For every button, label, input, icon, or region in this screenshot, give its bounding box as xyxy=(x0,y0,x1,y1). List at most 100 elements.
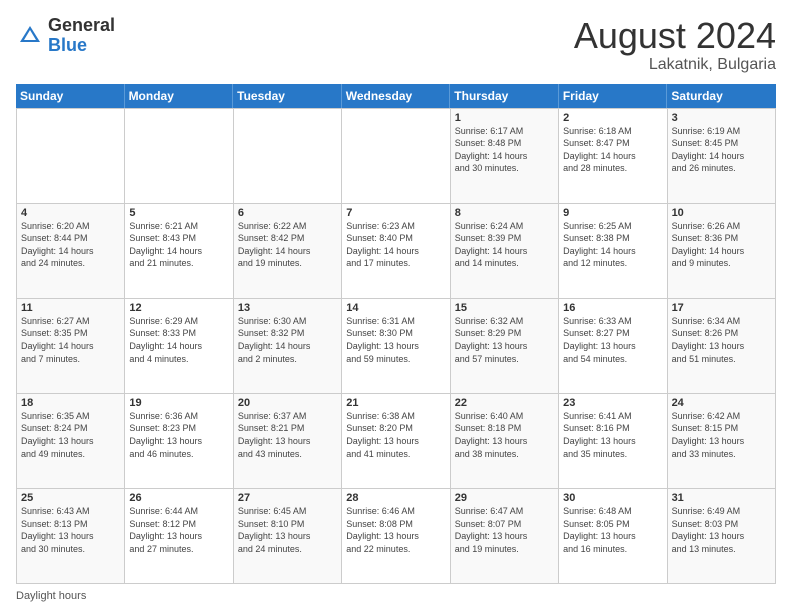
calendar-cell: 29Sunrise: 6:47 AM Sunset: 8:07 PM Dayli… xyxy=(451,489,559,584)
day-info: Sunrise: 6:45 AM Sunset: 8:10 PM Dayligh… xyxy=(238,505,337,555)
day-info: Sunrise: 6:19 AM Sunset: 8:45 PM Dayligh… xyxy=(672,125,771,175)
day-info: Sunrise: 6:41 AM Sunset: 8:16 PM Dayligh… xyxy=(563,410,662,460)
calendar-cell: 21Sunrise: 6:38 AM Sunset: 8:20 PM Dayli… xyxy=(342,394,450,489)
day-number: 8 xyxy=(455,207,554,219)
day-info: Sunrise: 6:17 AM Sunset: 8:48 PM Dayligh… xyxy=(455,125,554,175)
calendar-header-cell: Thursday xyxy=(450,84,559,108)
calendar-cell: 31Sunrise: 6:49 AM Sunset: 8:03 PM Dayli… xyxy=(668,489,776,584)
calendar-row: 18Sunrise: 6:35 AM Sunset: 8:24 PM Dayli… xyxy=(17,394,776,489)
calendar-cell: 9Sunrise: 6:25 AM Sunset: 8:38 PM Daylig… xyxy=(559,204,667,299)
day-info: Sunrise: 6:38 AM Sunset: 8:20 PM Dayligh… xyxy=(346,410,445,460)
calendar-cell: 30Sunrise: 6:48 AM Sunset: 8:05 PM Dayli… xyxy=(559,489,667,584)
day-info: Sunrise: 6:34 AM Sunset: 8:26 PM Dayligh… xyxy=(672,315,771,365)
day-info: Sunrise: 6:24 AM Sunset: 8:39 PM Dayligh… xyxy=(455,220,554,270)
day-info: Sunrise: 6:42 AM Sunset: 8:15 PM Dayligh… xyxy=(672,410,771,460)
day-info: Sunrise: 6:35 AM Sunset: 8:24 PM Dayligh… xyxy=(21,410,120,460)
day-info: Sunrise: 6:26 AM Sunset: 8:36 PM Dayligh… xyxy=(672,220,771,270)
day-number: 7 xyxy=(346,207,445,219)
logo-blue: Blue xyxy=(48,36,115,56)
day-number: 1 xyxy=(455,112,554,124)
day-number: 13 xyxy=(238,302,337,314)
day-number: 26 xyxy=(129,492,228,504)
day-info: Sunrise: 6:43 AM Sunset: 8:13 PM Dayligh… xyxy=(21,505,120,555)
calendar-cell: 7Sunrise: 6:23 AM Sunset: 8:40 PM Daylig… xyxy=(342,204,450,299)
day-number: 24 xyxy=(672,397,771,409)
day-number: 21 xyxy=(346,397,445,409)
calendar-cell: 5Sunrise: 6:21 AM Sunset: 8:43 PM Daylig… xyxy=(125,204,233,299)
day-number: 19 xyxy=(129,397,228,409)
calendar-cell: 24Sunrise: 6:42 AM Sunset: 8:15 PM Dayli… xyxy=(668,394,776,489)
calendar-cell: 19Sunrise: 6:36 AM Sunset: 8:23 PM Dayli… xyxy=(125,394,233,489)
main-title: August 2024 xyxy=(574,16,776,56)
day-info: Sunrise: 6:46 AM Sunset: 8:08 PM Dayligh… xyxy=(346,505,445,555)
calendar-cell: 22Sunrise: 6:40 AM Sunset: 8:18 PM Dayli… xyxy=(451,394,559,489)
day-info: Sunrise: 6:31 AM Sunset: 8:30 PM Dayligh… xyxy=(346,315,445,365)
calendar-cell: 16Sunrise: 6:33 AM Sunset: 8:27 PM Dayli… xyxy=(559,299,667,394)
calendar-header: SundayMondayTuesdayWednesdayThursdayFrid… xyxy=(16,84,776,108)
day-number: 11 xyxy=(21,302,120,314)
day-info: Sunrise: 6:32 AM Sunset: 8:29 PM Dayligh… xyxy=(455,315,554,365)
calendar-cell: 4Sunrise: 6:20 AM Sunset: 8:44 PM Daylig… xyxy=(17,204,125,299)
calendar-row: 1Sunrise: 6:17 AM Sunset: 8:48 PM Daylig… xyxy=(17,109,776,204)
day-info: Sunrise: 6:27 AM Sunset: 8:35 PM Dayligh… xyxy=(21,315,120,365)
day-number: 27 xyxy=(238,492,337,504)
day-info: Sunrise: 6:21 AM Sunset: 8:43 PM Dayligh… xyxy=(129,220,228,270)
logo: General Blue xyxy=(16,16,115,56)
header: General Blue August 2024 Lakatnik, Bulga… xyxy=(16,16,776,74)
day-number: 22 xyxy=(455,397,554,409)
calendar: SundayMondayTuesdayWednesdayThursdayFrid… xyxy=(16,84,776,584)
day-info: Sunrise: 6:18 AM Sunset: 8:47 PM Dayligh… xyxy=(563,125,662,175)
calendar-header-cell: Wednesday xyxy=(342,84,451,108)
day-info: Sunrise: 6:22 AM Sunset: 8:42 PM Dayligh… xyxy=(238,220,337,270)
calendar-cell: 20Sunrise: 6:37 AM Sunset: 8:21 PM Dayli… xyxy=(234,394,342,489)
day-number: 10 xyxy=(672,207,771,219)
day-info: Sunrise: 6:29 AM Sunset: 8:33 PM Dayligh… xyxy=(129,315,228,365)
calendar-cell: 27Sunrise: 6:45 AM Sunset: 8:10 PM Dayli… xyxy=(234,489,342,584)
day-info: Sunrise: 6:47 AM Sunset: 8:07 PM Dayligh… xyxy=(455,505,554,555)
day-info: Sunrise: 6:25 AM Sunset: 8:38 PM Dayligh… xyxy=(563,220,662,270)
day-info: Sunrise: 6:30 AM Sunset: 8:32 PM Dayligh… xyxy=(238,315,337,365)
day-number: 14 xyxy=(346,302,445,314)
calendar-cell xyxy=(234,109,342,204)
day-info: Sunrise: 6:20 AM Sunset: 8:44 PM Dayligh… xyxy=(21,220,120,270)
day-number: 28 xyxy=(346,492,445,504)
calendar-body: 1Sunrise: 6:17 AM Sunset: 8:48 PM Daylig… xyxy=(16,108,776,584)
day-number: 18 xyxy=(21,397,120,409)
day-info: Sunrise: 6:37 AM Sunset: 8:21 PM Dayligh… xyxy=(238,410,337,460)
page: General Blue August 2024 Lakatnik, Bulga… xyxy=(0,0,792,612)
calendar-cell xyxy=(125,109,233,204)
calendar-cell: 8Sunrise: 6:24 AM Sunset: 8:39 PM Daylig… xyxy=(451,204,559,299)
logo-general: General xyxy=(48,16,115,36)
calendar-cell: 28Sunrise: 6:46 AM Sunset: 8:08 PM Dayli… xyxy=(342,489,450,584)
day-info: Sunrise: 6:40 AM Sunset: 8:18 PM Dayligh… xyxy=(455,410,554,460)
day-info: Sunrise: 6:33 AM Sunset: 8:27 PM Dayligh… xyxy=(563,315,662,365)
calendar-header-cell: Sunday xyxy=(16,84,125,108)
day-number: 29 xyxy=(455,492,554,504)
day-info: Sunrise: 6:48 AM Sunset: 8:05 PM Dayligh… xyxy=(563,505,662,555)
title-block: August 2024 Lakatnik, Bulgaria xyxy=(574,16,776,74)
day-number: 6 xyxy=(238,207,337,219)
day-number: 12 xyxy=(129,302,228,314)
calendar-cell: 6Sunrise: 6:22 AM Sunset: 8:42 PM Daylig… xyxy=(234,204,342,299)
day-number: 5 xyxy=(129,207,228,219)
calendar-header-cell: Tuesday xyxy=(233,84,342,108)
footer: Daylight hours xyxy=(16,590,776,602)
calendar-cell: 15Sunrise: 6:32 AM Sunset: 8:29 PM Dayli… xyxy=(451,299,559,394)
day-number: 17 xyxy=(672,302,771,314)
calendar-cell: 23Sunrise: 6:41 AM Sunset: 8:16 PM Dayli… xyxy=(559,394,667,489)
day-info: Sunrise: 6:49 AM Sunset: 8:03 PM Dayligh… xyxy=(672,505,771,555)
calendar-cell: 18Sunrise: 6:35 AM Sunset: 8:24 PM Dayli… xyxy=(17,394,125,489)
day-number: 15 xyxy=(455,302,554,314)
calendar-cell: 3Sunrise: 6:19 AM Sunset: 8:45 PM Daylig… xyxy=(668,109,776,204)
calendar-cell: 17Sunrise: 6:34 AM Sunset: 8:26 PM Dayli… xyxy=(668,299,776,394)
calendar-row: 4Sunrise: 6:20 AM Sunset: 8:44 PM Daylig… xyxy=(17,204,776,299)
day-number: 4 xyxy=(21,207,120,219)
logo-icon xyxy=(16,22,44,50)
day-number: 23 xyxy=(563,397,662,409)
subtitle: Lakatnik, Bulgaria xyxy=(574,56,776,74)
calendar-cell xyxy=(342,109,450,204)
calendar-row: 25Sunrise: 6:43 AM Sunset: 8:13 PM Dayli… xyxy=(17,489,776,584)
day-number: 25 xyxy=(21,492,120,504)
calendar-cell: 10Sunrise: 6:26 AM Sunset: 8:36 PM Dayli… xyxy=(668,204,776,299)
calendar-header-cell: Monday xyxy=(125,84,234,108)
